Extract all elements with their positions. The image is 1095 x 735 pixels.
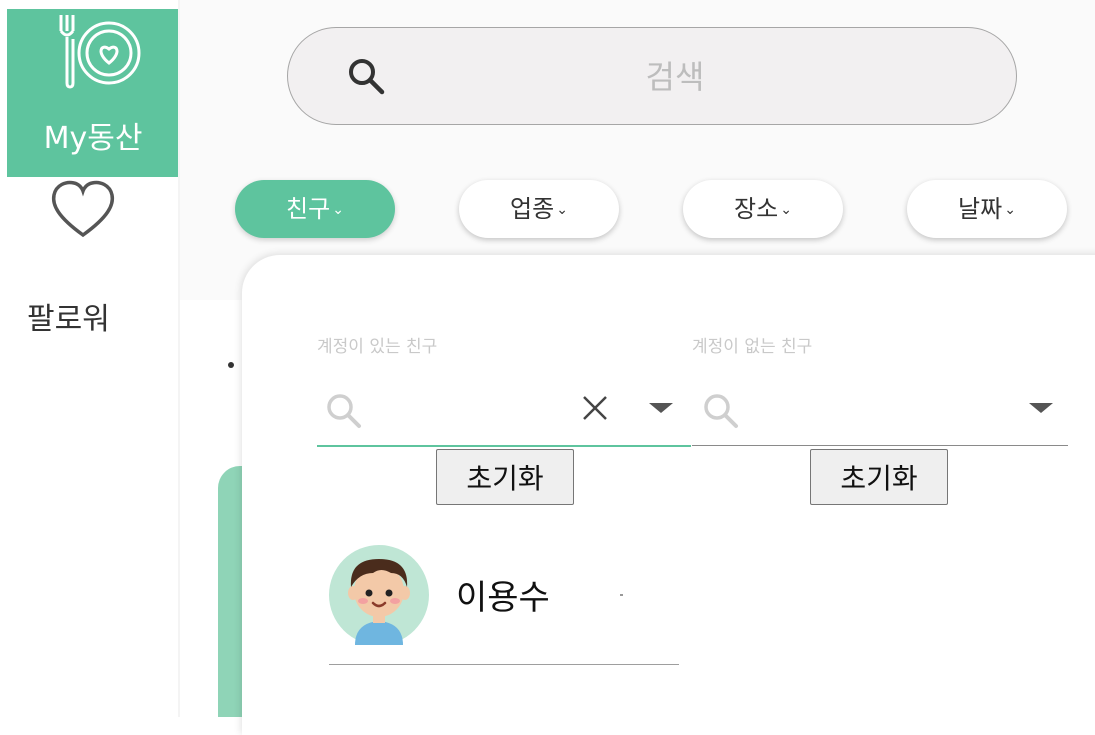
search-icon [349, 59, 385, 95]
heart-outline-icon [51, 180, 115, 238]
sidebar-item-follower[interactable]: 팔로워 [7, 177, 179, 347]
chevron-down-icon: ⌄ [332, 202, 344, 218]
filter-chip-date[interactable]: 날짜 ⌄ [907, 180, 1067, 238]
with-account-input[interactable] [368, 390, 572, 432]
with-account-underline [317, 445, 691, 447]
filter-chip-industry[interactable]: 업종 ⌄ [459, 180, 619, 238]
filter-chip-label: 날짜 [958, 195, 1003, 223]
reset-with-account-button[interactable]: 초기화 [436, 449, 574, 505]
filter-chip-label: 친구 [286, 195, 331, 223]
decorative-dot [620, 594, 623, 596]
chevron-down-icon: ⌄ [556, 202, 568, 218]
without-account-input[interactable] [745, 390, 1009, 432]
search-input[interactable] [448, 46, 902, 108]
list-divider [329, 664, 679, 665]
bullet-dot [228, 362, 234, 368]
friend-name: 이용수 [456, 578, 550, 618]
sidebar-item-mydongsan[interactable]: My동산 [7, 9, 179, 177]
sidebar-divider [178, 0, 180, 717]
with-account-label: 계정이 있는 친구 [317, 337, 438, 357]
chevron-down-icon: ⌄ [780, 202, 792, 218]
without-account-underline [692, 445, 1068, 446]
search-bar[interactable] [287, 27, 1017, 125]
sidebar: My동산 팔로워 [0, 0, 180, 717]
plate-heart-icon [59, 15, 141, 89]
dropdown-arrow-icon[interactable] [649, 403, 673, 413]
chevron-down-icon: ⌄ [1004, 202, 1016, 218]
close-icon[interactable] [580, 393, 610, 423]
filter-chip-friend[interactable]: 친구 ⌄ [235, 180, 395, 238]
search-icon [704, 394, 738, 428]
filter-chip-place[interactable]: 장소 ⌄ [683, 180, 843, 238]
filter-chip-label: 업종 [510, 195, 555, 223]
sidebar-item-label: My동산 [43, 121, 143, 156]
search-icon [327, 394, 361, 428]
dropdown-arrow-icon[interactable] [1029, 403, 1053, 413]
reset-without-account-button[interactable]: 초기화 [810, 449, 948, 505]
filter-chip-label: 장소 [734, 195, 779, 223]
avatar [329, 545, 429, 645]
friend-list-item[interactable]: 이용수 [329, 545, 679, 665]
without-account-label: 계정이 없는 친구 [692, 337, 813, 357]
sidebar-item-label: 팔로워 [27, 302, 110, 337]
